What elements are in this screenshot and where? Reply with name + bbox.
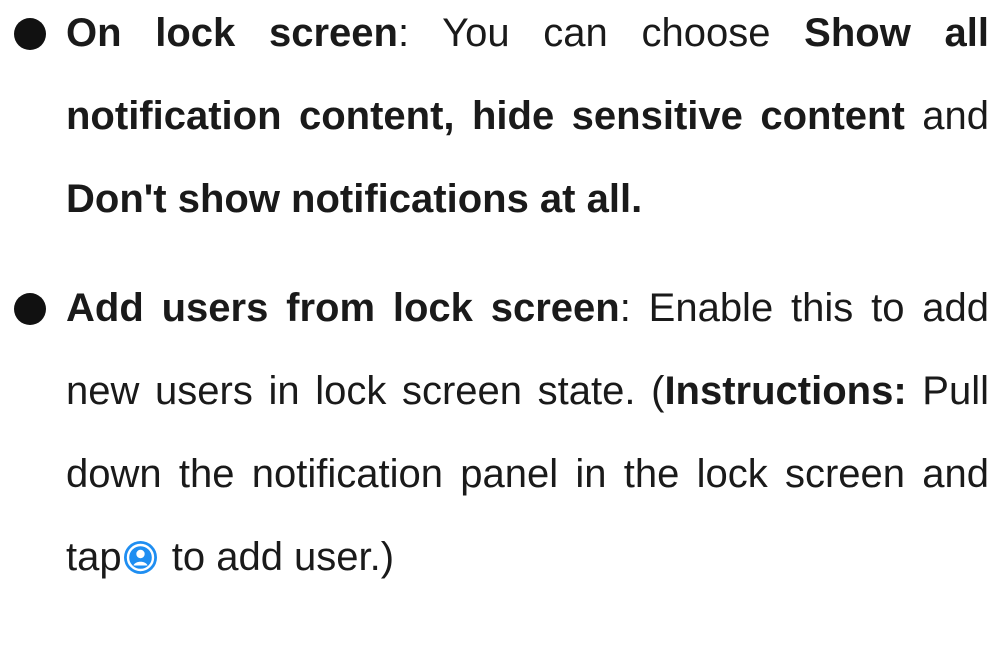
list-item-add-users: Add users from lock screen: Enable this … [0,267,997,599]
term-add-users: Add users from lock screen [66,286,620,330]
option-dont-show: Don't show notifications at all. [66,177,643,221]
instructions-label: Instructions: [664,369,907,413]
term-separator: : [619,286,649,330]
settings-description-list: On lock screen: You can choose Show all … [0,0,997,599]
list-item-lock-screen: On lock screen: You can choose Show all … [0,0,997,241]
description-text: You can choose [442,11,805,55]
conjunction-text: and [904,94,989,138]
term-separator: : [397,11,443,55]
bullet-icon [14,293,46,325]
term-on-lock-screen: On lock screen [66,11,398,55]
bullet-icon [14,18,46,50]
instructions-end-text: to add user.) [160,535,395,579]
user-account-icon [123,541,157,574]
